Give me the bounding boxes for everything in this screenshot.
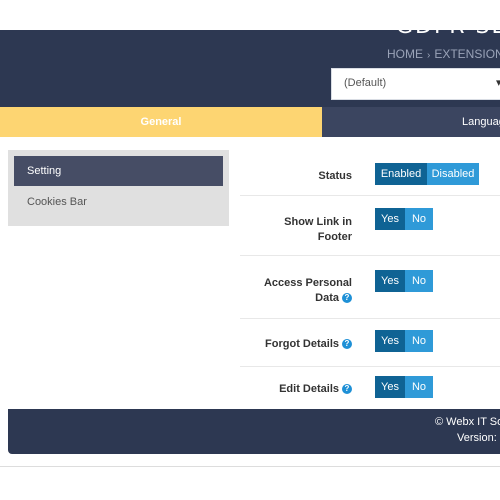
show-link-no-button[interactable]: No (405, 208, 433, 230)
access-data-yes-button[interactable]: Yes (375, 270, 405, 292)
top-strip (0, 0, 500, 30)
edit-details-no-button[interactable]: No (405, 376, 433, 398)
status-enabled-button[interactable]: Enabled (375, 163, 427, 185)
tab-general[interactable]: General (0, 107, 322, 137)
tab-language-label: Languag (462, 116, 500, 128)
forgot-details-label: Forgot Details? (265, 337, 352, 352)
breadcrumb-home-link[interactable]: HOME (387, 47, 423, 61)
show-link-yes-button[interactable]: Yes (375, 208, 405, 230)
show-link-toggle: Yes No (375, 208, 433, 230)
breadcrumb-extension-link[interactable]: EXTENSION (434, 47, 500, 61)
sidebar-item-setting[interactable]: Setting (14, 156, 223, 186)
help-icon[interactable]: ? (342, 384, 352, 395)
forgot-details-yes-button[interactable]: Yes (375, 330, 405, 352)
access-data-no-button[interactable]: No (405, 270, 433, 292)
help-icon[interactable]: ? (342, 339, 352, 350)
edit-details-label: Edit Details? (279, 382, 352, 397)
status-label: Status (318, 170, 352, 182)
access-data-toggle: Yes No (375, 270, 433, 292)
page-footer: © Webx IT So Version: (8, 409, 500, 454)
status-toggle: Enabled Disabled (375, 163, 479, 185)
setting-row-status: Status Enabled Disabled (240, 150, 500, 196)
store-select-value: (Default) (344, 77, 387, 89)
status-disabled-button[interactable]: Disabled (427, 163, 479, 185)
setting-row-forgot-details: Forgot Details? Yes No (240, 319, 500, 367)
setting-row-show-link: Show Link in Footer Yes No (240, 196, 500, 256)
settings-sidebar: Setting Cookies Bar (8, 150, 229, 226)
page-title: GDPR SE (396, 30, 500, 40)
footer-copyright: © Webx IT So (435, 416, 500, 428)
setting-row-edit-details: Edit Details? Yes No (240, 367, 500, 409)
divider (0, 466, 500, 467)
access-data-label: Access Personal Data? (263, 277, 352, 304)
tab-language[interactable]: Languag (322, 107, 500, 137)
help-icon[interactable]: ? (342, 293, 352, 304)
edit-details-toggle: Yes No (375, 376, 433, 398)
chevron-right-icon: › (427, 50, 431, 61)
edit-details-yes-button[interactable]: Yes (375, 376, 405, 398)
sidebar-item-cookies-bar[interactable]: Cookies Bar (14, 187, 223, 217)
show-link-label: Show Link in Footer (284, 216, 352, 243)
store-select[interactable]: (Default) ▾ (331, 68, 500, 100)
breadcrumb: HOME › EXTENSION (387, 47, 500, 61)
footer-version: Version: (457, 432, 497, 444)
tab-bar: General Languag (0, 107, 500, 137)
setting-row-access-data: Access Personal Data? Yes No (240, 256, 500, 319)
forgot-details-toggle: Yes No (375, 330, 433, 352)
forgot-details-no-button[interactable]: No (405, 330, 433, 352)
chevron-down-icon: ▾ (496, 77, 500, 89)
